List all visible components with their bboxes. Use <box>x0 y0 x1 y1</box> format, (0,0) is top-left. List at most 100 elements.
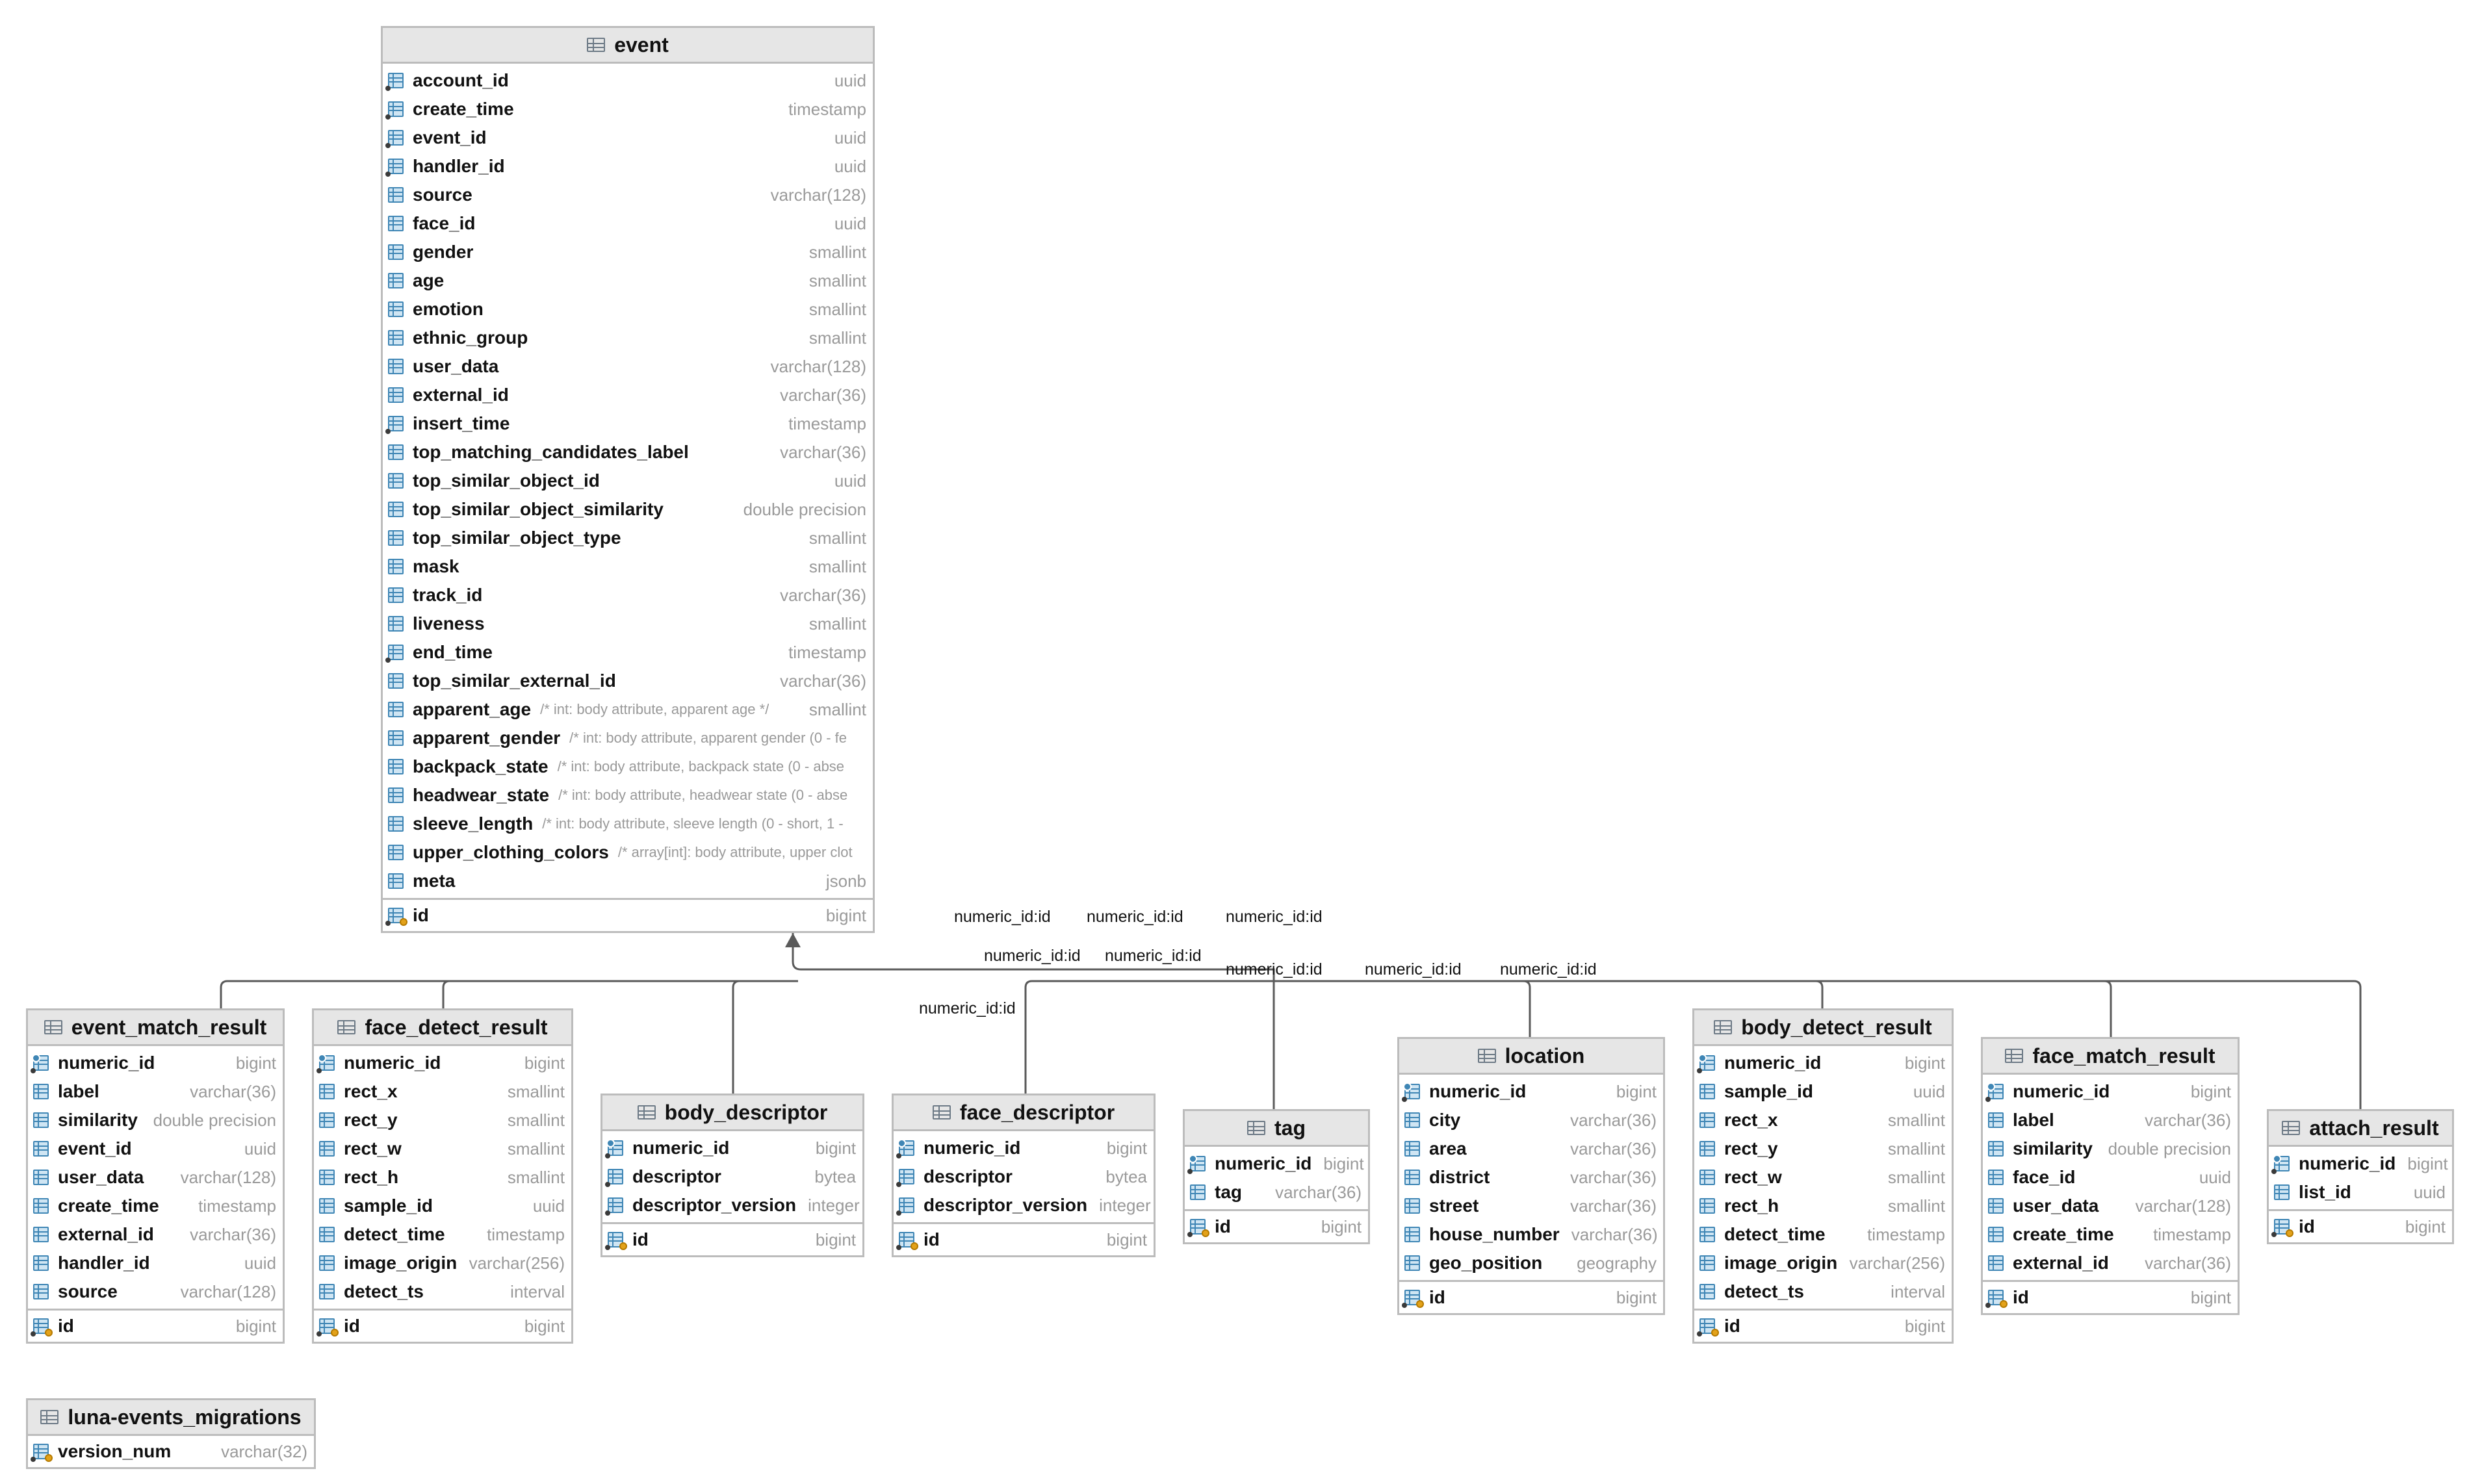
column-row[interactable]: geo_position geography <box>1399 1249 1663 1277</box>
column-row[interactable]: ethnic_group smallint <box>383 324 873 352</box>
column-row[interactable]: rect_y smallint <box>1694 1134 1952 1163</box>
column-row[interactable]: top_similar_object_id uuid <box>383 467 873 495</box>
table-event-match-result[interactable]: event_match_result numeric_id bigint label v… <box>26 1008 285 1344</box>
table-body-detect-result[interactable]: body_detect_result numeric_id bigint sample… <box>1692 1008 1954 1344</box>
column-row[interactable]: face_id uuid <box>383 209 873 238</box>
column-row[interactable]: user_data varchar(128) <box>28 1163 283 1192</box>
table-body-descriptor[interactable]: body_descriptor numeric_id bigint descripto… <box>601 1094 864 1257</box>
column-row[interactable]: emotion smallint <box>383 295 873 324</box>
table-face-descriptor[interactable]: face_descriptor numeric_id bigint descripto… <box>892 1094 1156 1257</box>
column-row[interactable]: mask smallint <box>383 552 873 581</box>
table-header[interactable]: tag <box>1185 1111 1368 1147</box>
column-row[interactable]: create_time timestamp <box>1983 1220 2238 1249</box>
column-row[interactable]: rect_w smallint <box>314 1134 571 1163</box>
column-row[interactable]: user_data varchar(128) <box>383 352 873 381</box>
column-row[interactable]: similarity double precision <box>28 1106 283 1134</box>
column-row[interactable]: detect_ts interval <box>314 1277 571 1306</box>
primary-key-row[interactable]: id bigint <box>383 901 873 930</box>
column-row[interactable]: track_id varchar(36) <box>383 581 873 609</box>
primary-key-row[interactable]: id bigint <box>1399 1283 1663 1312</box>
column-row[interactable]: house_number varchar(36) <box>1399 1220 1663 1249</box>
column-row[interactable]: rect_w smallint <box>1694 1163 1952 1192</box>
column-row[interactable]: label varchar(36) <box>1983 1106 2238 1134</box>
table-attach-result[interactable]: attach_result numeric_id bigint list_id uuid… <box>2267 1109 2454 1244</box>
column-row[interactable]: liveness smallint <box>383 609 873 638</box>
primary-key-row[interactable]: id bigint <box>894 1225 1154 1254</box>
column-row[interactable]: create_time timestamp <box>28 1192 283 1220</box>
column-row[interactable]: apparent_age /* int: body attribute, appa… <box>383 695 873 724</box>
primary-key-row[interactable]: id bigint <box>1983 1283 2238 1312</box>
column-row[interactable]: label varchar(36) <box>28 1077 283 1106</box>
primary-key-row[interactable]: id bigint <box>1694 1312 1952 1340</box>
column-row[interactable]: descriptor_version integer <box>602 1191 862 1220</box>
column-row[interactable]: city varchar(36) <box>1399 1106 1663 1134</box>
column-row[interactable]: rect_h smallint <box>314 1163 571 1192</box>
table-header[interactable]: event <box>383 28 873 64</box>
table-face-detect-result[interactable]: face_detect_result numeric_id bigint rect_x… <box>312 1008 573 1344</box>
primary-key-row[interactable]: id bigint <box>1185 1212 1368 1241</box>
column-row[interactable]: apparent_gender /* int: body attribute, a… <box>383 724 873 752</box>
column-row[interactable]: external_id varchar(36) <box>28 1220 283 1249</box>
column-row[interactable]: top_matching_candidates_label varchar(36) <box>383 438 873 467</box>
column-row[interactable]: descriptor bytea <box>602 1162 862 1191</box>
column-row[interactable]: numeric_id bigint <box>1983 1077 2238 1106</box>
column-row[interactable]: numeric_id bigint <box>28 1049 283 1077</box>
table-luna-events-migrations[interactable]: luna-events_migrations version_num varchar… <box>26 1398 316 1469</box>
column-row[interactable]: source varchar(128) <box>28 1277 283 1306</box>
column-row[interactable]: sleeve_length /* int: body attribute, sle… <box>383 810 873 838</box>
column-row[interactable]: top_similar_external_id varchar(36) <box>383 667 873 695</box>
table-header[interactable]: luna-events_migrations <box>28 1400 314 1436</box>
table-header[interactable]: attach_result <box>2269 1111 2452 1147</box>
column-row[interactable]: create_time timestamp <box>383 95 873 123</box>
column-row[interactable]: numeric_id bigint <box>1694 1049 1952 1077</box>
column-row[interactable]: top_similar_object_type smallint <box>383 524 873 552</box>
table-header[interactable]: face_detect_result <box>314 1010 571 1046</box>
column-row[interactable]: numeric_id bigint <box>314 1049 571 1077</box>
column-row[interactable]: numeric_id bigint <box>602 1134 862 1162</box>
column-row[interactable]: tag varchar(36) <box>1185 1178 1368 1207</box>
column-row[interactable]: numeric_id bigint <box>894 1134 1154 1162</box>
column-row[interactable]: descriptor bytea <box>894 1162 1154 1191</box>
column-row[interactable]: top_similar_object_similarity double prec… <box>383 495 873 524</box>
column-row[interactable]: external_id varchar(36) <box>383 381 873 409</box>
column-row[interactable]: gender smallint <box>383 238 873 266</box>
column-row[interactable]: handler_id uuid <box>28 1249 283 1277</box>
column-row[interactable]: insert_time timestamp <box>383 409 873 438</box>
column-row[interactable]: source varchar(128) <box>383 181 873 209</box>
primary-key-row[interactable]: id bigint <box>602 1225 862 1254</box>
column-row[interactable]: list_id uuid <box>2269 1178 2452 1207</box>
primary-key-row[interactable]: id bigint <box>314 1312 571 1340</box>
column-row[interactable]: rect_x smallint <box>1694 1106 1952 1134</box>
column-row[interactable]: rect_y smallint <box>314 1106 571 1134</box>
column-row[interactable]: detect_time timestamp <box>1694 1220 1952 1249</box>
table-header[interactable]: event_match_result <box>28 1010 283 1046</box>
column-row[interactable]: image_origin varchar(256) <box>314 1249 571 1277</box>
column-row[interactable]: sample_id uuid <box>1694 1077 1952 1106</box>
column-row[interactable]: sample_id uuid <box>314 1192 571 1220</box>
column-row[interactable]: descriptor_version integer <box>894 1191 1154 1220</box>
column-row[interactable]: end_time timestamp <box>383 638 873 667</box>
column-row[interactable]: detect_time timestamp <box>314 1220 571 1249</box>
column-row[interactable]: numeric_id bigint <box>1185 1149 1368 1178</box>
column-row[interactable]: headwear_state /* int: body attribute, he… <box>383 781 873 810</box>
table-header[interactable]: body_descriptor <box>602 1095 862 1131</box>
table-event[interactable]: event account_id uuid create_time timestamp e… <box>381 26 875 933</box>
column-row[interactable]: district varchar(36) <box>1399 1163 1663 1192</box>
primary-key-row[interactable]: version_num varchar(32) <box>28 1437 314 1466</box>
column-row[interactable]: event_id uuid <box>28 1134 283 1163</box>
column-row[interactable]: handler_id uuid <box>383 152 873 181</box>
column-row[interactable]: detect_ts interval <box>1694 1277 1952 1306</box>
column-row[interactable]: similarity double precision <box>1983 1134 2238 1163</box>
table-header[interactable]: body_detect_result <box>1694 1010 1952 1046</box>
table-tag[interactable]: tag numeric_id bigint tag varchar(36) id bigin… <box>1183 1109 1370 1244</box>
column-row[interactable]: age smallint <box>383 266 873 295</box>
column-row[interactable]: area varchar(36) <box>1399 1134 1663 1163</box>
column-row[interactable]: numeric_id bigint <box>2269 1149 2452 1178</box>
column-row[interactable]: numeric_id bigint <box>1399 1077 1663 1106</box>
column-row[interactable]: backpack_state /* int: body attribute, ba… <box>383 752 873 781</box>
table-header[interactable]: face_match_result <box>1983 1039 2238 1075</box>
primary-key-row[interactable]: id bigint <box>28 1312 283 1340</box>
table-header[interactable]: location <box>1399 1039 1663 1075</box>
column-row[interactable]: event_id uuid <box>383 123 873 152</box>
column-row[interactable]: upper_clothing_colors /* array[int]: body… <box>383 838 873 867</box>
